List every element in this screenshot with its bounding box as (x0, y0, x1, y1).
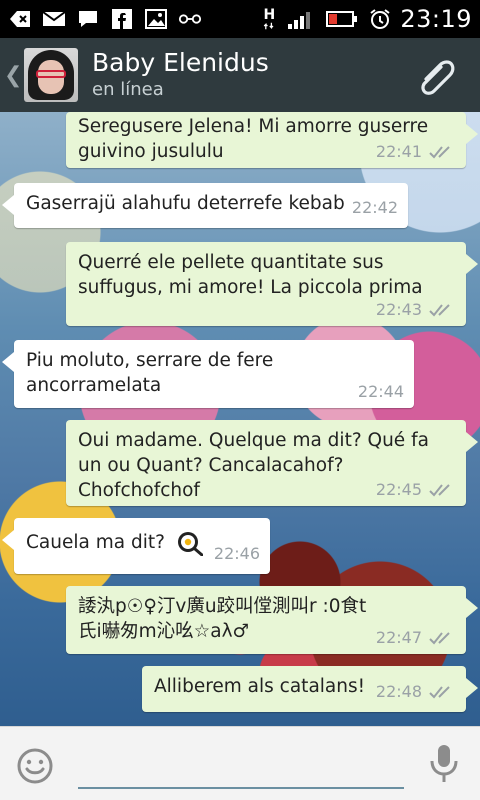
message-bubble-incoming[interactable]: Cauela ma dit? 22:46 (2, 518, 270, 574)
message-text: Gaserrajü alahufu deterrefe kebab (26, 193, 345, 214)
message-text: Querré ele pellete quantitate sus suffug… (78, 252, 423, 298)
status-bar: H 23:19 (0, 0, 480, 38)
data-transfer-icon: H (260, 8, 278, 30)
double-check-icon (429, 303, 450, 316)
message-bubble-outgoing[interactable]: 諉汍p☉♀汀v廣u跤叫㑽測叫r :0食t氏i嚇匆m沁吆☆aλ♂ 22:47 (66, 586, 478, 654)
double-check-icon (429, 145, 450, 158)
message-composer (0, 726, 480, 800)
facebook-icon (110, 8, 134, 30)
chat-notification-icon (76, 8, 100, 30)
clock-time: 23:19 (400, 5, 472, 33)
double-check-icon (429, 631, 450, 644)
message-bubble-outgoing[interactable]: Querré ele pellete quantitate sus suffug… (66, 242, 478, 326)
message-bubble-outgoing[interactable]: Alliberem als catalans! 22:48 (142, 666, 478, 712)
message-text: Piu moluto, serrare de fere ancorramelat… (26, 350, 274, 396)
message-bubble-incoming[interactable]: Piu moluto, serrare de fere ancorramelat… (2, 340, 414, 408)
attach-button[interactable] (414, 53, 458, 97)
contact-name: Baby Elenidus (92, 48, 269, 77)
message-text: 諉汍p☉♀汀v廣u跤叫㑽測叫r :0食t氏i嚇匆m沁吆☆aλ♂ (78, 596, 367, 642)
message-time: 22:41 (375, 142, 422, 161)
link-icon (178, 8, 202, 30)
double-check-icon (429, 685, 450, 698)
frying-pan-egg-icon (177, 532, 203, 556)
voice-message-button[interactable] (424, 741, 464, 787)
message-time: 22:43 (375, 300, 422, 319)
contact-info[interactable]: Baby Elenidus en línea (92, 48, 269, 102)
chat-area[interactable]: Seregusere Jelena! Mi amorre guserre gui… (0, 112, 480, 726)
contact-avatar[interactable] (24, 48, 78, 102)
signal-icon (286, 8, 316, 30)
message-time: 22:45 (375, 480, 422, 499)
back-notification-icon (8, 8, 32, 30)
message-time: 22:46 (213, 544, 260, 563)
message-time: 22:42 (351, 198, 398, 217)
message-time: 22:48 (375, 682, 422, 701)
message-time: 22:47 (375, 628, 422, 647)
microphone-icon (430, 745, 458, 782)
network-type-label: H (263, 7, 276, 23)
paperclip-icon (421, 60, 455, 95)
message-input[interactable] (78, 745, 404, 789)
message-time: 22:44 (357, 382, 404, 401)
emoji-button[interactable] (16, 747, 54, 785)
conversation-header: ❮ Baby Elenidus en línea (0, 38, 480, 112)
battery-icon (324, 8, 360, 30)
double-check-icon (429, 483, 450, 496)
smiley-icon (17, 748, 53, 784)
message-bubble-outgoing[interactable]: Seregusere Jelena! Mi amorre guserre gui… (66, 112, 478, 168)
back-chevron-icon[interactable]: ❮ (4, 63, 22, 88)
message-bubble-incoming[interactable]: Gaserrajü alahufu deterrefe kebab 22:42 (2, 183, 408, 228)
contact-status: en línea (92, 79, 164, 100)
alarm-icon (368, 8, 392, 30)
gallery-icon (144, 8, 168, 30)
email-icon (42, 8, 66, 30)
message-bubble-outgoing[interactable]: Oui madame. Quelque ma dit? Qué fa un ou… (66, 420, 478, 506)
message-text-content: Cauela ma dit? (26, 532, 165, 553)
